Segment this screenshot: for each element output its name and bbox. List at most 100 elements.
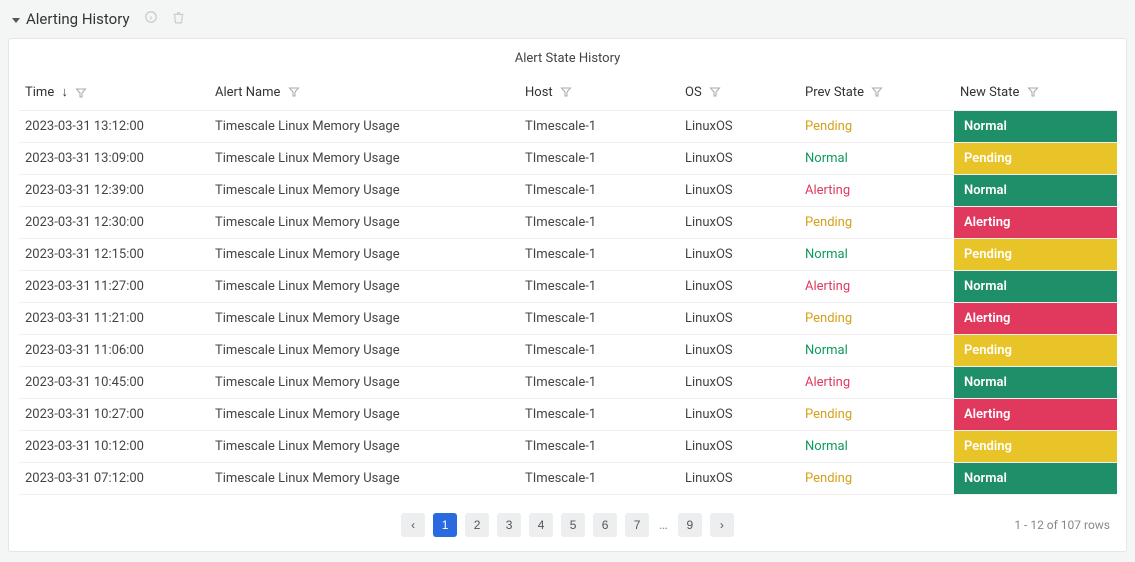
table-row: 2023-03-31 11:06:00Timescale Linux Memor… [19,335,1117,367]
table-row: 2023-03-31 12:15:00Timescale Linux Memor… [19,239,1117,271]
filter-icon[interactable] [871,86,883,98]
card-title: Alert State History [19,47,1116,76]
cell-os: LinuxOS [679,399,799,431]
cell-time: 2023-03-31 12:39:00 [19,175,209,207]
page-button-1[interactable]: 1 [433,513,457,537]
page-button-6[interactable]: 6 [593,513,617,537]
cell-alert-name: Timescale Linux Memory Usage [209,239,519,271]
cell-new-state: Alerting [954,303,1117,335]
cell-new-state: Alerting [954,207,1117,239]
cell-host: TImescale-1 [519,335,679,367]
table-row: 2023-03-31 10:45:00Timescale Linux Memor… [19,367,1117,399]
page-prev-button[interactable]: ‹ [401,513,425,537]
filter-icon[interactable] [1027,86,1039,98]
col-label: Time [25,85,54,100]
cell-new-state: Normal [954,463,1117,495]
cell-prev-state: Alerting [799,175,954,207]
cell-alert-name: Timescale Linux Memory Usage [209,463,519,495]
filter-icon[interactable] [75,87,87,99]
cell-os: LinuxOS [679,367,799,399]
page-button-9[interactable]: 9 [678,513,702,537]
row-counter: 1 - 12 of 107 rows [1014,518,1110,532]
info-icon[interactable] [144,10,158,28]
cell-alert-name: Timescale Linux Memory Usage [209,271,519,303]
cell-prev-state: Normal [799,143,954,175]
cell-os: LinuxOS [679,111,799,143]
page-button-2[interactable]: 2 [465,513,489,537]
col-header-time[interactable]: Time ↓ [19,76,209,111]
chevron-down-icon[interactable] [12,18,20,23]
cell-alert-name: Timescale Linux Memory Usage [209,111,519,143]
cell-prev-state: Pending [799,399,954,431]
table-row: 2023-03-31 12:39:00Timescale Linux Memor… [19,175,1117,207]
cell-alert-name: Timescale Linux Memory Usage [209,143,519,175]
page-ellipsis: … [657,518,670,533]
cell-alert-name: Timescale Linux Memory Usage [209,207,519,239]
cell-alert-name: Timescale Linux Memory Usage [209,335,519,367]
cell-prev-state: Pending [799,111,954,143]
table-row: 2023-03-31 10:27:00Timescale Linux Memor… [19,399,1117,431]
cell-os: LinuxOS [679,207,799,239]
col-label: New State [960,85,1019,100]
cell-alert-name: Timescale Linux Memory Usage [209,303,519,335]
cell-host: TImescale-1 [519,207,679,239]
cell-alert-name: Timescale Linux Memory Usage [209,367,519,399]
cell-prev-state: Pending [799,207,954,239]
col-header-new-state[interactable]: New State [954,76,1117,111]
col-label: OS [685,85,702,100]
cell-new-state: Normal [954,271,1117,303]
page-button-3[interactable]: 3 [497,513,521,537]
table-row: 2023-03-31 11:21:00Timescale Linux Memor… [19,303,1117,335]
cell-host: TImescale-1 [519,143,679,175]
page-button-4[interactable]: 4 [529,513,553,537]
cell-new-state: Pending [954,335,1117,367]
col-label: Prev State [805,85,864,100]
page-next-button[interactable]: › [710,513,734,537]
page-button-5[interactable]: 5 [561,513,585,537]
table-row: 2023-03-31 13:12:00Timescale Linux Memor… [19,111,1117,143]
cell-time: 2023-03-31 11:21:00 [19,303,209,335]
cell-time: 2023-03-31 13:12:00 [19,111,209,143]
cell-new-state: Normal [954,111,1117,143]
filter-icon[interactable] [288,86,300,98]
col-header-os[interactable]: OS [679,76,799,111]
table-row: 2023-03-31 12:30:00Timescale Linux Memor… [19,207,1117,239]
cell-new-state: Pending [954,143,1117,175]
cell-time: 2023-03-31 12:30:00 [19,207,209,239]
panel-header: Alerting History [8,6,1127,38]
filter-icon[interactable] [709,86,721,98]
cell-os: LinuxOS [679,431,799,463]
col-header-prev-state[interactable]: Prev State [799,76,954,111]
col-label: Alert Name [215,85,280,100]
cell-alert-name: Timescale Linux Memory Usage [209,175,519,207]
cell-time: 2023-03-31 12:15:00 [19,239,209,271]
sort-desc-icon: ↓ [61,85,68,100]
col-header-host[interactable]: Host [519,76,679,111]
cell-host: TImescale-1 [519,271,679,303]
cell-new-state: Normal [954,175,1117,207]
cell-host: TImescale-1 [519,367,679,399]
cell-os: LinuxOS [679,335,799,367]
cell-prev-state: Pending [799,303,954,335]
cell-prev-state: Pending [799,463,954,495]
trash-icon[interactable] [172,11,185,28]
cell-os: LinuxOS [679,239,799,271]
page-button-7[interactable]: 7 [625,513,649,537]
cell-new-state: Normal [954,367,1117,399]
table-row: 2023-03-31 07:12:00Timescale Linux Memor… [19,463,1117,495]
cell-host: TImescale-1 [519,463,679,495]
cell-time: 2023-03-31 10:12:00 [19,431,209,463]
cell-prev-state: Normal [799,431,954,463]
col-header-alert-name[interactable]: Alert Name [209,76,519,111]
alert-history-card: Alert State History Time ↓ Alert Nam [8,38,1127,552]
table-row: 2023-03-31 11:27:00Timescale Linux Memor… [19,271,1117,303]
filter-icon[interactable] [560,86,572,98]
cell-os: LinuxOS [679,463,799,495]
panel-title[interactable]: Alerting History [26,10,130,28]
cell-os: LinuxOS [679,303,799,335]
cell-time: 2023-03-31 11:06:00 [19,335,209,367]
cell-new-state: Pending [954,239,1117,271]
cell-alert-name: Timescale Linux Memory Usage [209,399,519,431]
pager: ‹ 1234567 … 9 › [401,513,734,537]
cell-time: 2023-03-31 10:45:00 [19,367,209,399]
